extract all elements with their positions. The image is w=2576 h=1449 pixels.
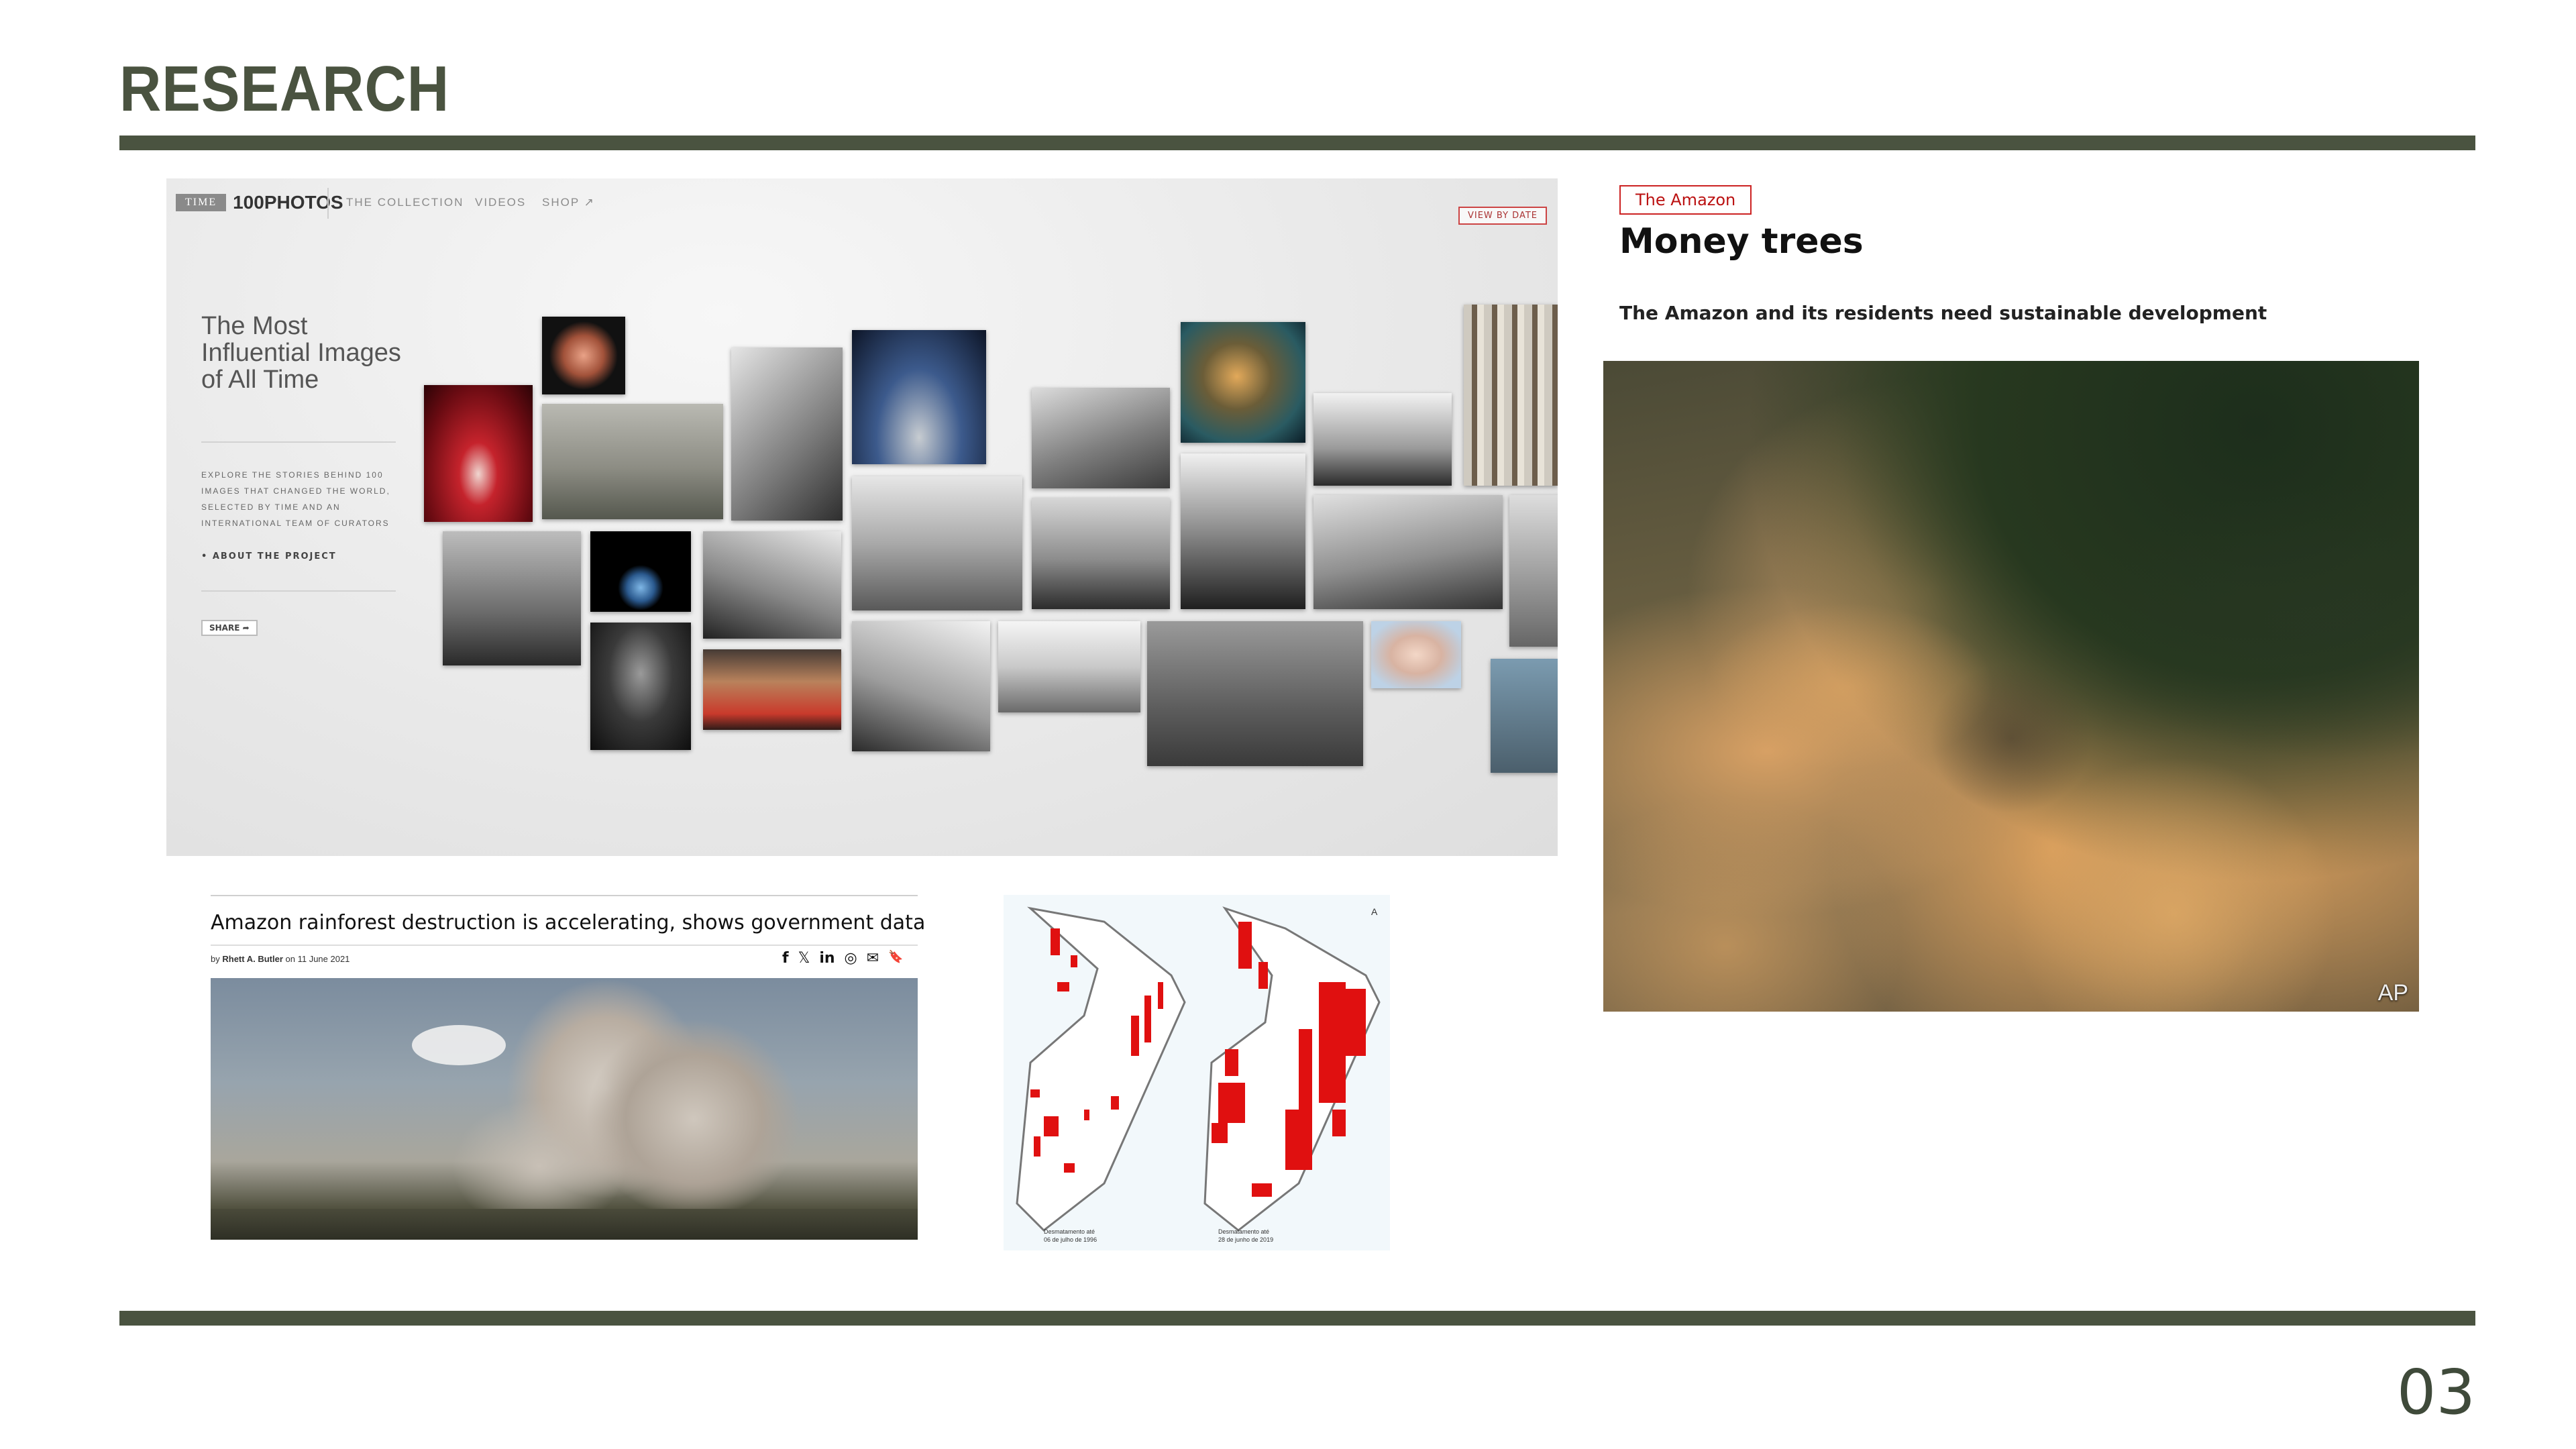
- deforestation-maps: Desmatamento até 06 de julho de 1996 Des…: [1004, 895, 1390, 1250]
- page-number: 03: [2396, 1356, 2475, 1428]
- photo-thumb[interactable]: [852, 330, 986, 464]
- photo-credit: AP: [2377, 980, 2408, 1006]
- article-headline: Money trees: [1619, 221, 1864, 262]
- north-arrow: A: [1371, 906, 1378, 917]
- photo-thumb[interactable]: [852, 476, 1022, 610]
- photo-thumb[interactable]: [1509, 495, 1558, 647]
- photo-thumb[interactable]: [424, 385, 533, 522]
- article-top-line: [211, 895, 918, 896]
- cloud: [412, 1025, 506, 1065]
- divider: [201, 441, 396, 443]
- time-100-photos-screenshot: TIME 100PHOTOS THE COLLECTION VIDEOS SHO…: [166, 178, 1558, 856]
- photo-thumb[interactable]: [542, 317, 625, 394]
- map-caption-left-2: 06 de julho de 1996: [1044, 1236, 1097, 1243]
- email-icon[interactable]: ✉: [867, 950, 879, 967]
- photo-thumb[interactable]: [1032, 498, 1170, 609]
- maps-svg: Desmatamento até 06 de julho de 1996 Des…: [1016, 906, 1381, 1243]
- map-outline-1996: [1016, 906, 1186, 1232]
- photo-thumb[interactable]: [703, 531, 841, 639]
- map-caption-right-2: 28 de junho de 2019: [1218, 1236, 1273, 1243]
- map-caption-left-1: Desmatamento até: [1044, 1228, 1095, 1235]
- share-icons: f 𝕏 in ◎ ✉ 🔖: [782, 950, 904, 967]
- photo-thumb[interactable]: [703, 649, 841, 730]
- nav-shop[interactable]: SHOP ↗: [542, 196, 595, 209]
- author-link[interactable]: Rhett A. Butler: [222, 954, 283, 964]
- twitter-icon[interactable]: 𝕏: [798, 950, 810, 967]
- facebook-icon[interactable]: f: [782, 950, 789, 967]
- photo-thumb[interactable]: [1371, 621, 1461, 688]
- time-logo[interactable]: TIME 100PHOTOS: [176, 192, 343, 213]
- article-date: on 11 June 2021: [285, 954, 350, 964]
- photo-thumb[interactable]: [443, 531, 581, 665]
- view-by-date-button[interactable]: VIEW BY DATE: [1458, 207, 1547, 225]
- article-subhead: The Amazon and its residents need sustai…: [1619, 302, 2267, 324]
- divider: [201, 590, 396, 592]
- photo-thumb[interactable]: [1181, 453, 1305, 609]
- time-blurb: EXPLORE THE STORIES BEHIND 100 IMAGES TH…: [201, 470, 390, 528]
- bookmark-icon[interactable]: 🔖: [888, 950, 903, 967]
- photo-thumb[interactable]: [590, 623, 691, 750]
- photo-thumb[interactable]: [1032, 388, 1170, 488]
- bottom-rule: [119, 1311, 2475, 1326]
- nav-the-collection[interactable]: THE COLLECTION: [346, 196, 464, 209]
- article-byline: by Rhett A. Butler on 11 June 2021: [211, 954, 350, 964]
- photo-thumb[interactable]: [731, 347, 843, 521]
- map-caption-right-1: Desmatamento até: [1218, 1228, 1269, 1235]
- nav-videos[interactable]: VIDEOS: [475, 196, 526, 209]
- photo-thumb[interactable]: [590, 531, 691, 612]
- photo-thumb[interactable]: [1181, 322, 1305, 443]
- photo-thumb[interactable]: [1147, 621, 1363, 766]
- category-tag[interactable]: The Amazon: [1619, 185, 1752, 215]
- aerial-texture: [1603, 361, 2419, 1012]
- photo-thumb[interactable]: [1313, 495, 1503, 609]
- photo-thumb[interactable]: [1491, 659, 1558, 773]
- photo-thumb[interactable]: [1464, 305, 1558, 486]
- share-button[interactable]: SHARE ➦: [201, 620, 258, 636]
- time-logo-box: TIME: [176, 194, 227, 211]
- page-title: RESEARCH: [119, 53, 450, 125]
- byline-prefix: by: [211, 954, 220, 964]
- linkedin-icon[interactable]: in: [819, 950, 835, 967]
- photo-thumb[interactable]: [852, 621, 990, 751]
- about-project-link[interactable]: • ABOUT THE PROJECT: [201, 551, 337, 561]
- whatsapp-icon[interactable]: ◎: [845, 950, 857, 967]
- top-rule: [119, 136, 2475, 150]
- time-heading: The Most Influential Images of All Time: [201, 312, 401, 394]
- forest-canopy: [211, 1209, 918, 1240]
- article-title[interactable]: Amazon rainforest destruction is acceler…: [211, 911, 925, 934]
- forest-fire-photo: [211, 978, 918, 1240]
- nav-separator: [327, 188, 329, 219]
- photo-thumb[interactable]: [998, 621, 1140, 712]
- photo-thumb[interactable]: [1313, 393, 1452, 486]
- article-divider: [211, 945, 918, 946]
- photo-thumb[interactable]: [542, 404, 723, 519]
- amazon-aerial-photo: AP: [1603, 361, 2419, 1012]
- time-logo-text: 100PHOTOS: [233, 192, 343, 213]
